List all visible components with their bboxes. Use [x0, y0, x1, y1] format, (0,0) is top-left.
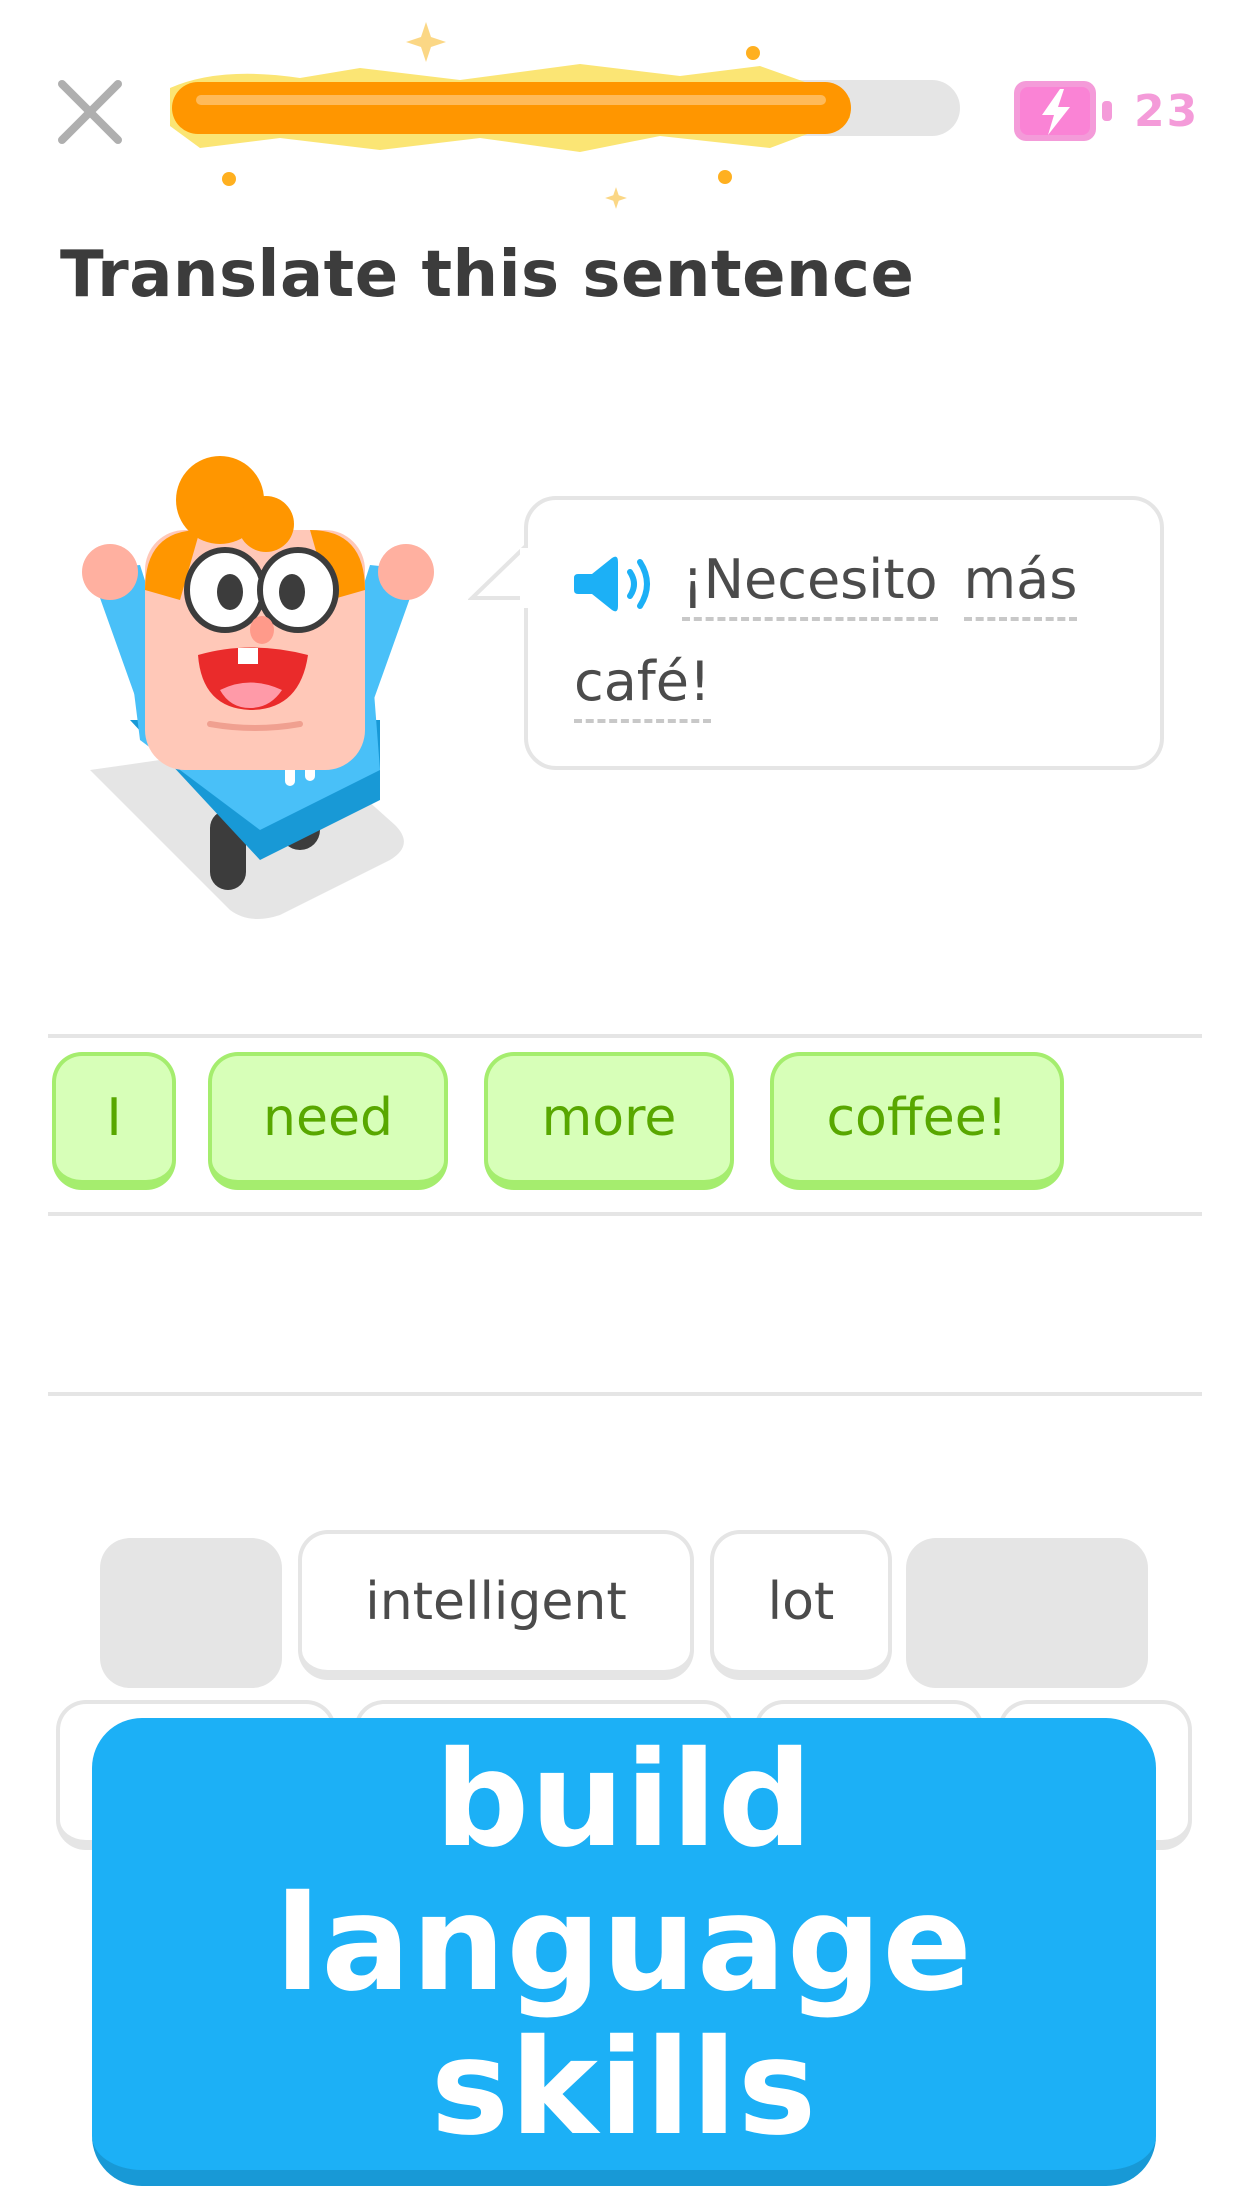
answer-chip[interactable]: I: [52, 1052, 176, 1190]
cta-line-2: language skills: [275, 1867, 973, 2165]
progress-shine: [196, 95, 826, 105]
bubble-tail-mask: [520, 548, 540, 608]
word-bank-chip[interactable]: intelligent: [298, 1530, 694, 1680]
sentence-word[interactable]: ¡Necesito: [682, 548, 938, 621]
close-icon: [58, 80, 122, 144]
sparkle-dot: [746, 46, 760, 60]
close-button[interactable]: [52, 74, 128, 150]
page-title: Translate this sentence: [60, 238, 915, 312]
answer-chip[interactable]: more: [484, 1052, 734, 1190]
battery-bolt-icon: [1014, 81, 1112, 141]
answer-line: [48, 1212, 1202, 1216]
build-language-skills-banner[interactable]: build language skills: [92, 1718, 1156, 2186]
sparkle-icon: [605, 187, 627, 209]
sentence-line-2: café!: [574, 650, 711, 723]
character-illustration: [82, 456, 434, 919]
word-bank-chip[interactable]: lot: [710, 1530, 892, 1680]
speaker-icon[interactable]: [574, 552, 656, 616]
sentence-line-1: ¡Necesito más: [574, 548, 1078, 621]
progress-fill: [172, 82, 851, 134]
sparkle-dot: [718, 170, 732, 184]
energy-count: 23: [1134, 85, 1200, 137]
sparkle-dot: [222, 172, 236, 186]
sentence-word[interactable]: más: [963, 548, 1078, 621]
word-bank-slot-empty: [100, 1538, 282, 1688]
answer-line: [48, 1034, 1202, 1038]
answer-chip[interactable]: need: [208, 1052, 448, 1190]
sentence-word[interactable]: café!: [574, 650, 711, 723]
speech-bubble: [524, 496, 1164, 770]
answer-line: [48, 1392, 1202, 1396]
cta-line-1: build: [434, 1723, 814, 1877]
word-bank-slot-empty: [906, 1538, 1148, 1688]
answer-chip[interactable]: coffee!: [770, 1052, 1064, 1190]
sparkle-icon: [406, 22, 446, 62]
energy-indicator[interactable]: 23: [1012, 74, 1212, 148]
